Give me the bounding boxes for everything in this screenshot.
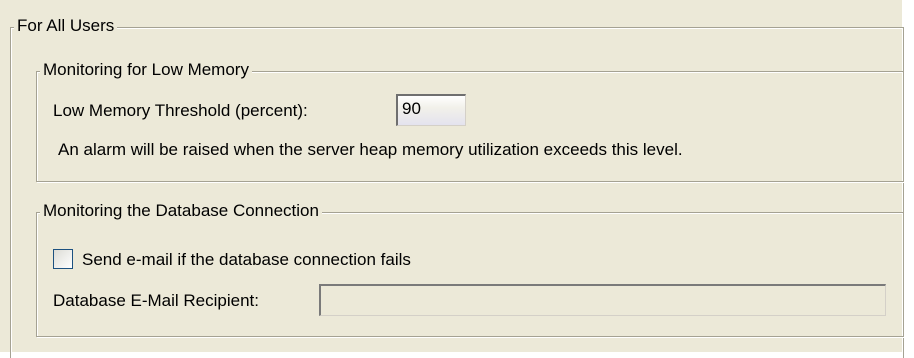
threshold-description: An alarm will be raised when the server … <box>58 140 683 159</box>
for-all-users-title: For All Users <box>14 16 118 36</box>
threshold-input[interactable]: 90 <box>396 94 466 126</box>
low-memory-group-title: Monitoring for Low Memory <box>40 60 252 80</box>
recipient-input[interactable] <box>319 284 886 316</box>
recipient-label: Database E-Mail Recipient: <box>53 291 259 310</box>
send-email-checkbox[interactable] <box>53 249 73 269</box>
threshold-label: Low Memory Threshold (percent): <box>53 101 308 120</box>
database-connection-group-title: Monitoring the Database Connection <box>40 201 322 221</box>
send-email-label[interactable]: Send e-mail if the database connection f… <box>82 250 411 270</box>
database-connection-group <box>36 212 904 337</box>
low-memory-group <box>36 71 904 182</box>
